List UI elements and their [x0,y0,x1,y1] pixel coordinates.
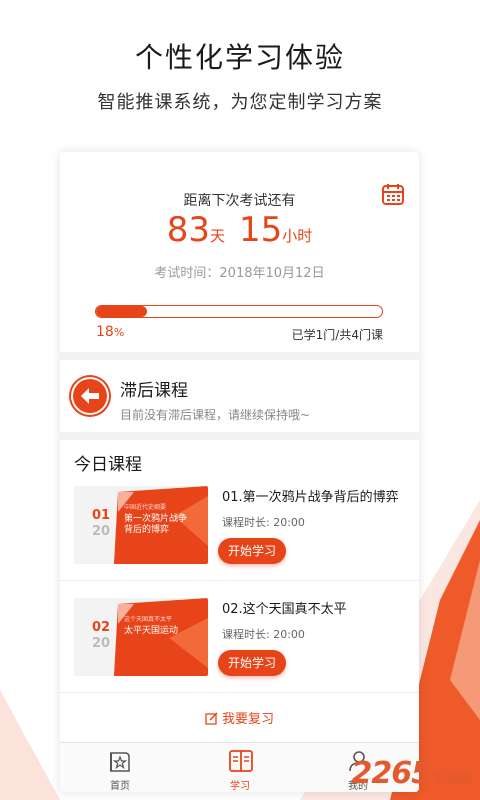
book-icon [229,750,253,772]
row-separator [60,692,419,693]
thumbnail-tag: 中国近代史纲要 [124,504,167,511]
course-item[interactable]: 02 20 这个天国真不太平 太平天国运动 02.这个天国真不太平 课程时长: … [60,598,419,706]
tab-study[interactable]: 学习 [200,743,280,792]
thumbnail-caption-line: 第一次鸦片战争 [124,514,188,524]
watermark-logo: 2265 手游网 [351,756,472,791]
course-duration: 课程时长: 20:00 [222,516,305,529]
hours-unit: 小时 [282,227,313,245]
edit-icon [205,712,218,725]
late-course-title: 滞后课程 [120,381,188,401]
review-label: 我要复习 [221,712,274,727]
hero-title: 个性化学习体验 [134,41,345,74]
watermark-text: 手游网 [432,772,472,787]
course-title[interactable]: 01.第一次鸦片战争背后的博弈 [222,486,399,505]
start-learning-button[interactable]: 开始学习 [218,650,286,676]
thumbnail-number-sub: 20 [92,636,111,651]
phone-card: 距离下次考试还有 83天 15小时 考试时间：2018年10月12日 18% 已学… [60,152,419,792]
thumbnail-caption: 太平天国运动 [124,626,178,637]
course-thumbnail[interactable]: 02 20 这个天国真不太平 太平天国运动 [74,598,208,676]
days-number: 83 [166,210,210,250]
thumbnail-number: 02 [92,620,111,635]
hours-number: 15 [239,210,283,250]
row-separator [60,580,419,581]
back-arrow-icon [73,379,107,413]
section-divider [60,352,419,360]
countdown-value: 83天 15小时 [60,210,419,250]
progress-percent-sign: % [113,326,125,339]
course-title[interactable]: 02.这个天国真不太平 [222,598,347,617]
exam-date: 考试时间：2018年10月12日 [154,266,325,281]
progress-count: 已学1门/共4门课 [291,328,383,342]
late-course-message: 目前没有滞后课程，请继续保持哦~ [120,408,311,422]
home-star-icon [110,752,130,772]
days-unit: 天 [209,227,225,245]
tab-label: 学习 [230,781,250,792]
progress-bar [95,305,383,318]
thumbnail-caption-line: 背后的博弈 [124,525,170,535]
review-link[interactable]: 我要复习 [60,708,419,727]
thumbnail-tag: 这个天国真不太平 [124,616,173,623]
tab-home[interactable]: 首页 [80,743,160,792]
today-courses-title: 今日课程 [74,455,142,475]
thumbnail-number: 01 [92,508,111,523]
progress-percent: 18% [96,324,124,340]
thumbnail-number-sub: 20 [92,524,111,539]
course-item[interactable]: 01 20 中国近代史纲要 第一次鸦片战争 背后的博弈 01.第一次鸦片战争背后… [60,486,419,594]
course-thumbnail[interactable]: 01 20 中国近代史纲要 第一次鸦片战争 背后的博弈 [74,486,208,564]
countdown-label: 距离下次考试还有 [183,193,296,209]
late-course-section[interactable]: 滞后课程 目前没有滞后课程，请继续保持哦~ [60,360,419,432]
progress-fill [96,306,148,317]
exam-countdown-section: 距离下次考试还有 83天 15小时 考试时间：2018年10月12日 18% 已学… [60,152,419,352]
section-divider [60,432,419,440]
thumbnail-caption: 第一次鸦片战争 背后的博弈 [124,514,187,536]
hero-subtitle: 智能推课系统，为您定制学习方案 [97,92,383,113]
tab-label: 首页 [110,781,130,792]
course-duration: 课程时长: 20:00 [222,628,305,641]
progress-percent-number: 18 [96,324,114,340]
watermark-number: 2265 [351,756,431,791]
thumbnail-caption-line: 太平天国运动 [124,626,179,636]
start-learning-button[interactable]: 开始学习 [218,538,286,564]
